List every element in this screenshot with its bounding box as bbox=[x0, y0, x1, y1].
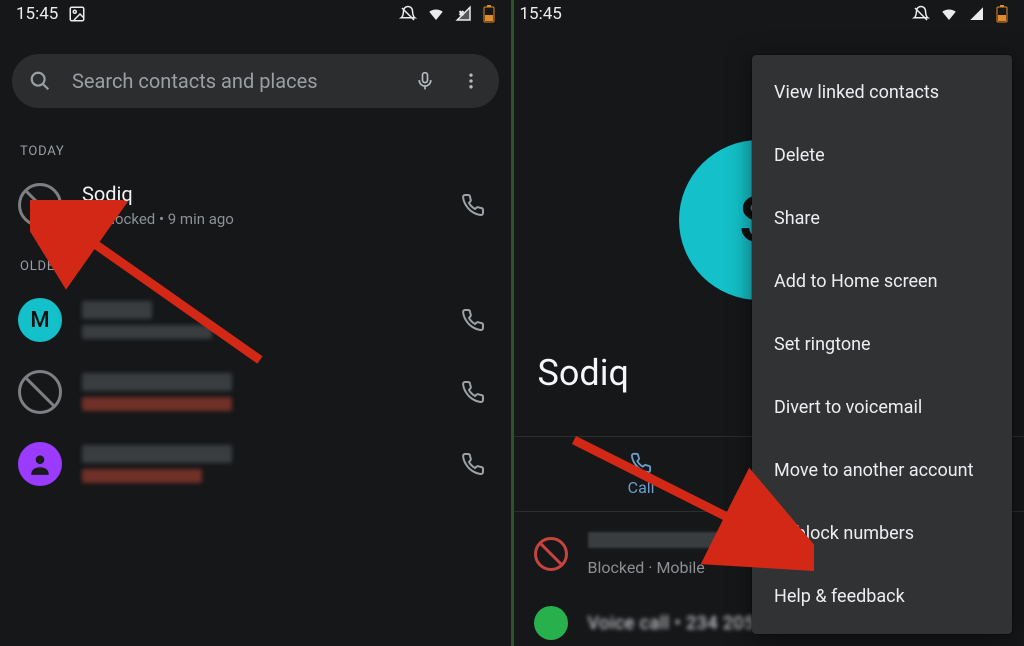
phone-recents-screen: 15:45 × bbox=[0, 0, 514, 646]
menu-add-to-home-screen[interactable]: Add to Home screen bbox=[752, 250, 1012, 313]
menu-share[interactable]: Share bbox=[752, 187, 1012, 250]
search-placeholder: Search contacts and places bbox=[72, 69, 393, 93]
call-row-older[interactable] bbox=[0, 356, 511, 428]
phone-icon[interactable] bbox=[453, 380, 493, 404]
phone-icon[interactable] bbox=[453, 308, 493, 332]
wifi-icon bbox=[940, 5, 958, 23]
overflow-menu: View linked contacts Delete Share Add to… bbox=[752, 55, 1012, 634]
blocked-icon bbox=[534, 537, 568, 571]
menu-set-ringtone[interactable]: Set ringtone bbox=[752, 313, 1012, 376]
blocked-avatar-icon bbox=[18, 370, 62, 414]
signal-icon: × bbox=[455, 5, 473, 23]
menu-help-feedback[interactable]: Help & feedback bbox=[752, 565, 1012, 628]
redacted-name bbox=[82, 301, 433, 319]
menu-view-linked-contacts[interactable]: View linked contacts bbox=[752, 61, 1012, 124]
phone-contact-detail-screen: 15:45 S Sodiq Call bbox=[514, 0, 1024, 646]
status-bar: 15:45 × bbox=[0, 0, 511, 28]
search-icon bbox=[26, 70, 54, 92]
call-row-older[interactable] bbox=[0, 428, 511, 500]
search-bar[interactable]: Search contacts and places bbox=[12, 54, 499, 108]
status-bar: 15:45 bbox=[514, 0, 1024, 28]
letter-avatar: M bbox=[18, 298, 62, 342]
menu-move-to-another-account[interactable]: Move to another account bbox=[752, 439, 1012, 502]
redacted-name bbox=[82, 373, 433, 391]
battery-icon bbox=[996, 5, 1008, 23]
wifi-icon bbox=[427, 5, 445, 23]
more-icon[interactable] bbox=[457, 70, 485, 92]
person-avatar-icon bbox=[18, 442, 62, 486]
status-time: 15:45 bbox=[520, 4, 562, 24]
call-name: Sodiq bbox=[82, 182, 433, 206]
redacted-sub bbox=[82, 397, 433, 411]
number-sub: Blocked · Mobile bbox=[588, 558, 748, 577]
battery-icon bbox=[483, 5, 495, 23]
call-action[interactable]: Call bbox=[514, 437, 769, 511]
status-time: 15:45 bbox=[16, 4, 58, 24]
redacted-name bbox=[82, 445, 433, 463]
call-action-label: Call bbox=[628, 478, 655, 497]
whatsapp-icon bbox=[534, 606, 568, 640]
call-row-today[interactable]: Sodiq Blocked • 9 min ago bbox=[0, 169, 511, 241]
signal-icon bbox=[968, 5, 986, 23]
menu-divert-to-voicemail[interactable]: Divert to voicemail bbox=[752, 376, 1012, 439]
bell-off-icon bbox=[912, 5, 930, 23]
phone-icon[interactable] bbox=[453, 193, 493, 217]
bell-off-icon bbox=[399, 5, 417, 23]
contact-name: Sodiq bbox=[538, 352, 629, 394]
menu-delete[interactable]: Delete bbox=[752, 124, 1012, 187]
phone-icon[interactable] bbox=[453, 452, 493, 476]
menu-unblock-numbers[interactable]: Unblock numbers bbox=[752, 502, 1012, 565]
redacted-number bbox=[588, 532, 748, 552]
mic-icon[interactable] bbox=[411, 70, 439, 92]
svg-text:×: × bbox=[459, 9, 463, 18]
call-subtext: Blocked • 9 min ago bbox=[82, 210, 433, 228]
section-label-today: TODAY bbox=[0, 126, 511, 169]
section-label-older: OLDER bbox=[0, 241, 511, 284]
call-row-older[interactable]: M bbox=[0, 284, 511, 356]
blocked-avatar-icon bbox=[18, 183, 62, 227]
image-icon bbox=[68, 5, 86, 23]
redacted-sub bbox=[82, 469, 433, 483]
redacted-sub bbox=[82, 325, 433, 339]
